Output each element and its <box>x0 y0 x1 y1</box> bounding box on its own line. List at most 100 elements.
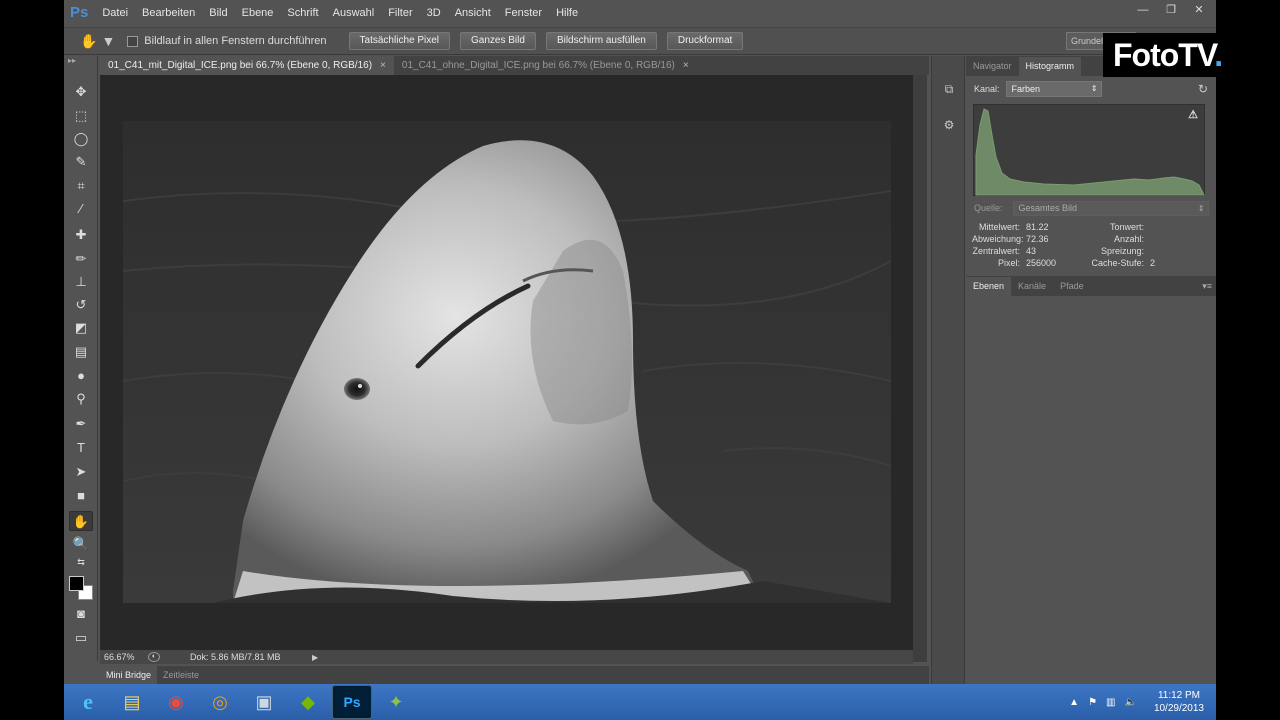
zoom-tool-icon[interactable]: 🔍 <box>69 534 93 554</box>
foreground-color-swatch[interactable] <box>69 576 84 591</box>
internet-explorer-icon[interactable]: e <box>68 685 108 719</box>
menu-bild[interactable]: Bild <box>209 7 227 19</box>
brush-tool-icon[interactable]: ✏ <box>69 249 93 269</box>
eyedropper-tool-icon[interactable]: ⁄ <box>69 199 93 219</box>
source-select[interactable]: Gesamtes Bild ⇕ <box>1012 200 1209 216</box>
gradient-tool-icon[interactable]: ▤ <box>69 342 93 362</box>
remote-desktop-icon[interactable]: ▣ <box>244 685 284 719</box>
scroll-all-windows-option[interactable]: Bildlauf in allen Fenstern durchführen <box>127 35 327 47</box>
canvas-area[interactable] <box>100 75 913 650</box>
dodge-tool-icon[interactable]: ⚲ <box>69 389 93 409</box>
scroll-all-windows-label: Bildlauf in allen Fenstern durchführen <box>144 35 327 47</box>
print-size-button[interactable]: Druckformat <box>666 32 744 50</box>
cache-warning-icon[interactable]: ⚠ <box>1188 108 1198 121</box>
bottom-panel-tabs: Mini Bridge Zeitleiste <box>100 666 929 684</box>
show-hidden-icons-icon[interactable]: ▲ <box>1069 697 1079 708</box>
hand-tool-icon[interactable]: ✋ <box>69 511 93 531</box>
tab-navigator[interactable]: Navigator <box>966 57 1019 76</box>
lasso-tool-icon[interactable]: ◯ <box>69 129 93 149</box>
tab-histogram[interactable]: Histogramm <box>1018 57 1082 76</box>
close-window-button[interactable]: ✕ <box>1188 2 1210 18</box>
close-icon[interactable]: × <box>380 60 386 71</box>
document-tab-label: 01_C41_ohne_Digital_ICE.png bei 66.7% (E… <box>401 60 675 71</box>
blur-tool-icon[interactable]: ● <box>69 366 93 386</box>
document-tab-label: 01_C41_mit_Digital_ICE.png bei 66.7% (Eb… <box>108 60 373 71</box>
screen-mode-icon[interactable]: ▭ <box>69 628 93 648</box>
close-icon[interactable]: × <box>683 60 689 71</box>
tool-preset-picker[interactable]: ✋ ▼ <box>80 33 115 50</box>
nvidia-icon[interactable]: ◆ <box>288 685 328 719</box>
file-explorer-icon[interactable]: ▤ <box>112 685 152 719</box>
panel-menu-icon[interactable]: ▾≡ <box>1202 277 1212 296</box>
chrome-icon[interactable]: ◉ <box>156 685 196 719</box>
swap-colors-icon[interactable]: ⇆ <box>69 556 93 568</box>
restore-button[interactable]: ❐ <box>1160 2 1182 18</box>
status-menu-arrow[interactable]: ▶ <box>312 653 318 662</box>
menu-hilfe[interactable]: Hilfe <box>556 7 578 19</box>
marquee-tool-icon[interactable]: ⬚ <box>69 106 93 126</box>
clone-stamp-tool-icon[interactable]: ⊥ <box>69 272 93 292</box>
crop-tool-icon[interactable]: ⌗ <box>69 176 93 196</box>
action-center-icon[interactable]: ⚑ <box>1088 697 1097 708</box>
histogram-curve <box>975 108 1205 196</box>
vertical-scrollbar[interactable] <box>913 75 927 650</box>
zoom-level[interactable]: 66.67% <box>104 652 148 662</box>
media-app-icon[interactable]: ◎ <box>200 685 240 719</box>
menu-datei[interactable]: Datei <box>102 7 128 19</box>
healing-brush-tool-icon[interactable]: ✚ <box>69 225 93 245</box>
fit-screen-button[interactable]: Ganzes Bild <box>460 32 536 50</box>
tool-app-icon[interactable]: ✦ <box>376 685 416 719</box>
taskbar-clock[interactable]: 11:12 PM 10/29/2013 <box>1154 689 1204 715</box>
menu-bearbeiten[interactable]: Bearbeiten <box>142 7 195 19</box>
stat-value-level <box>1150 222 1190 232</box>
stat-label-median: Zentralwert: <box>972 246 1020 256</box>
properties-panel-icon[interactable]: ⚙ <box>940 116 958 134</box>
menu-bar: Ps Datei Bearbeiten Bild Ebene Schrift A… <box>64 0 1216 25</box>
menu-auswahl[interactable]: Auswahl <box>333 7 375 19</box>
actual-pixels-button[interactable]: Tatsächliche Pixel <box>348 32 451 50</box>
refresh-icon[interactable]: ↻ <box>1198 82 1208 96</box>
history-panel-icon[interactable]: ⧉ <box>940 80 958 98</box>
menu-fenster[interactable]: Fenster <box>505 7 542 19</box>
quick-mask-icon[interactable]: ◙ <box>69 604 93 624</box>
windows-taskbar: e ▤ ◉ ◎ ▣ ◆ Ps ✦ ▲ ⚑ ▥ 🔈 11:12 PM 10/29/… <box>64 684 1216 720</box>
tab-channels[interactable]: Kanäle <box>1011 277 1053 296</box>
document-size: Dok: 5.86 MB/7.81 MB <box>190 652 281 662</box>
scroll-all-windows-checkbox[interactable] <box>127 35 139 47</box>
menu-ansicht[interactable]: Ansicht <box>455 7 491 19</box>
stat-value-cache-level: 2 <box>1150 258 1156 268</box>
document-tab-active[interactable]: 01_C41_mit_Digital_ICE.png bei 66.7% (Eb… <box>100 56 394 75</box>
toolbar-collapse-icon[interactable]: ▸▸ <box>64 56 97 68</box>
histogram-graph: ⚠ <box>973 104 1205 196</box>
photoshop-taskbar-icon[interactable]: Ps <box>332 685 372 719</box>
tab-timeline[interactable]: Zeitleiste <box>157 666 205 684</box>
minimize-button[interactable]: — <box>1132 2 1154 18</box>
tab-paths[interactable]: Pfade <box>1053 277 1091 296</box>
history-brush-tool-icon[interactable]: ↺ <box>69 295 93 315</box>
fill-screen-button[interactable]: Bildschirm ausfüllen <box>545 32 657 50</box>
clock-date: 10/29/2013 <box>1153 703 1204 714</box>
menu-ebene[interactable]: Ebene <box>242 7 274 19</box>
tab-layers[interactable]: Ebenen <box>966 277 1012 296</box>
move-tool-icon[interactable]: ✥ <box>69 82 93 102</box>
channel-select[interactable]: Farben ⇕ <box>1005 81 1102 97</box>
stat-value-mean: 81.22 <box>1026 222 1049 232</box>
type-tool-icon[interactable]: T <box>69 438 93 458</box>
proof-icon[interactable]: ◐ <box>148 652 160 662</box>
eraser-tool-icon[interactable]: ◩ <box>69 318 93 338</box>
color-swatches[interactable] <box>69 576 95 602</box>
right-panels: Navigator Histogramm Kanal: Farben ⇕ ↻ ⚠… <box>966 56 1216 684</box>
rectangle-tool-icon[interactable]: ■ <box>69 486 93 506</box>
system-tray: ▲ ⚑ ▥ 🔈 11:12 PM 10/29/2013 <box>1069 689 1204 715</box>
channel-value: Farben <box>1011 84 1041 94</box>
quick-selection-tool-icon[interactable]: ✎ <box>69 152 93 172</box>
tab-mini-bridge[interactable]: Mini Bridge <box>100 666 158 684</box>
path-selection-tool-icon[interactable]: ➤ <box>69 462 93 482</box>
network-icon[interactable]: ▥ <box>1106 697 1115 708</box>
menu-filter[interactable]: Filter <box>388 7 412 19</box>
menu-3d[interactable]: 3D <box>427 7 441 19</box>
pen-tool-icon[interactable]: ✒ <box>69 414 93 434</box>
document-tab-inactive[interactable]: 01_C41_ohne_Digital_ICE.png bei 66.7% (E… <box>394 56 697 75</box>
menu-schrift[interactable]: Schrift <box>287 7 318 19</box>
volume-icon[interactable]: 🔈 <box>1124 697 1136 708</box>
